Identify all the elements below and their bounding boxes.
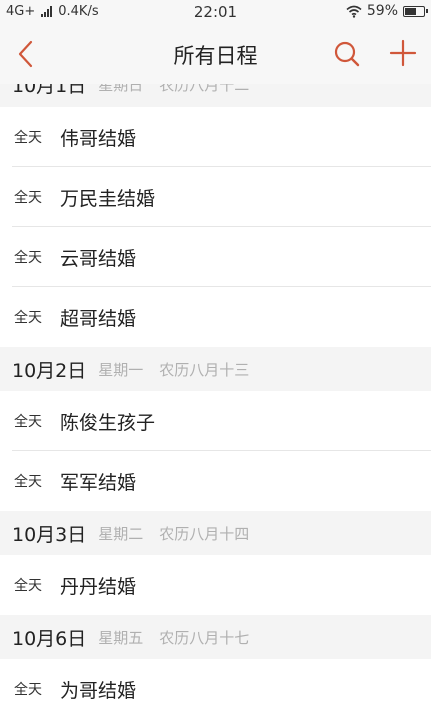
event-row[interactable]: 全天 丹丹结婚 [0,555,431,615]
event-row[interactable]: 全天 军军结婚 [0,451,431,511]
lunar-date-label: 农历八月十三 [159,360,250,379]
event-row[interactable]: 全天 陈俊生孩子 [0,391,431,451]
event-row[interactable]: 全天 伟哥结婚 [0,107,431,167]
event-title: 万民圭结婚 [60,187,156,210]
weekday-label: 星期五 [98,628,144,647]
lunar-date-label: 农历八月十四 [159,524,250,543]
status-right: 59% [346,3,428,19]
battery-fill [405,7,416,15]
all-day-label: 全天 [14,250,42,266]
battery-percent: 59% [366,3,398,19]
weekday-label: 星期一 [98,360,144,379]
event-row[interactable]: 全天 为哥结婚 [0,659,431,714]
add-icon[interactable] [388,38,418,68]
event-title: 超哥结婚 [60,307,137,330]
date-label: 10月1日 [12,84,87,97]
all-day-label: 全天 [14,682,42,698]
search-icon[interactable] [332,39,362,69]
weekday-label: 星期二 [98,524,144,543]
event-list[interactable]: 10月1日 星期日 农历八月十二 全天 伟哥结婚 全天 万民圭结婚 全天 云哥结… [0,84,431,714]
status-bar: 4G+ 0.4K/s 22:01 59% [0,0,431,24]
date-header: 10月3日 星期二 农历八月十四 [0,511,431,555]
date-label: 10月2日 [12,359,87,382]
date-header: 10月2日 星期一 农历八月十三 [0,347,431,391]
all-day-label: 全天 [14,130,42,146]
weekday-label: 星期日 [98,84,144,94]
event-row[interactable]: 全天 万民圭结婚 [0,167,431,227]
event-row[interactable]: 全天 超哥结婚 [0,287,431,347]
date-header: 10月1日 星期日 农历八月十二 [0,84,431,107]
all-day-label: 全天 [14,190,42,206]
all-day-label: 全天 [14,310,42,326]
event-title: 云哥结婚 [60,247,137,270]
battery-icon [403,5,428,17]
event-title: 丹丹结婚 [60,575,137,598]
lunar-date-label: 农历八月十二 [159,84,250,94]
event-row[interactable]: 全天 云哥结婚 [0,227,431,287]
lunar-date-label: 农历八月十七 [159,628,250,647]
date-label: 10月3日 [12,523,87,546]
nav-bar: 所有日程 [0,24,431,84]
all-day-label: 全天 [14,414,42,430]
event-title: 陈俊生孩子 [60,411,156,434]
date-label: 10月6日 [12,627,87,650]
event-title: 伟哥结婚 [60,127,137,150]
all-day-label: 全天 [14,474,42,490]
all-day-label: 全天 [14,578,42,594]
page-title: 所有日程 [173,44,258,68]
date-header: 10月6日 星期五 农历八月十七 [0,615,431,659]
event-title: 军军结婚 [60,471,137,494]
wifi-icon [346,5,362,18]
event-title: 为哥结婚 [60,679,137,702]
